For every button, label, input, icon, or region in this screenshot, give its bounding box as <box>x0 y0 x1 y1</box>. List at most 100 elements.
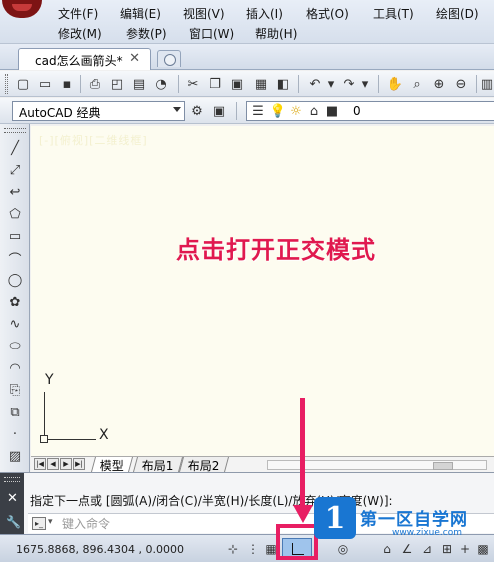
transparency-icon[interactable]: ▩ <box>474 539 492 558</box>
bulb-icon: 💡 <box>269 103 287 119</box>
polar-tracking-icon[interactable]: ◎ <box>334 539 352 558</box>
last-tab-icon[interactable]: ▶| <box>73 458 85 470</box>
document-tab[interactable]: cad怎么画箭头* ✕ <box>18 48 151 70</box>
menu-file[interactable]: 文件(F) <box>58 5 98 22</box>
document-tab-label: cad怎么画箭头* <box>35 54 123 68</box>
undo-dropdown-icon[interactable]: ▾ <box>322 75 340 93</box>
ortho-highlight-box <box>276 524 318 560</box>
watermark-url: www.zixue.com <box>392 528 462 538</box>
menu-parametric[interactable]: 参数(P) <box>126 25 167 42</box>
tab-navigation: |◀ ◀ ▶ ▶| <box>34 458 85 470</box>
chevron-down-icon[interactable]: ▾ <box>48 517 53 527</box>
menu-help[interactable]: 帮助(H) <box>255 25 297 42</box>
save-icon[interactable]: ▪ <box>58 75 76 93</box>
first-tab-icon[interactable]: |◀ <box>34 458 46 470</box>
drawing-canvas[interactable]: [-][俯视][二维线框] Y X <box>31 126 494 456</box>
tab-model[interactable]: 模型 <box>90 457 134 473</box>
properties-icon[interactable]: ▥ <box>478 75 494 93</box>
menu-modify[interactable]: 修改(M) <box>58 25 102 42</box>
pan-icon[interactable]: ✋ <box>386 75 404 93</box>
make-block-icon[interactable]: ⧉ <box>5 402 25 422</box>
close-icon[interactable]: ✕ <box>7 491 18 506</box>
menu-tools[interactable]: 工具(T) <box>373 5 414 22</box>
matchprop-icon[interactable]: ▦ <box>252 75 270 93</box>
print-icon[interactable]: ⎙ <box>86 75 104 93</box>
application-menu-button[interactable] <box>2 0 42 18</box>
next-tab-icon[interactable]: ▶ <box>60 458 72 470</box>
plot-icon[interactable]: ▤ <box>130 75 148 93</box>
close-icon[interactable]: ✕ <box>129 51 140 66</box>
ucs-icon <box>44 439 96 440</box>
command-input[interactable] <box>62 515 262 532</box>
menu-bar: 文件(F) 编辑(E) 视图(V) 插入(I) 格式(O) 工具(T) 绘图(D… <box>0 0 494 44</box>
revcloud-icon[interactable]: ✿ <box>5 292 25 312</box>
watermark-logo: 1 <box>314 497 356 539</box>
wrench-icon[interactable]: 🔧 <box>6 515 21 529</box>
menu-view[interactable]: 视图(V) <box>183 5 225 22</box>
polyline-icon[interactable]: ↩ <box>5 182 25 202</box>
layer-dropdown[interactable]: ☰ 💡 ☼ ⌂ ■ 0 <box>246 101 494 121</box>
new-tab-button[interactable] <box>157 50 181 67</box>
chevron-down-icon <box>173 107 181 112</box>
snap-icon[interactable]: ⋮ <box>244 539 262 558</box>
otrack-icon[interactable]: ∠ <box>398 539 416 558</box>
tab-layout2[interactable]: 布局2 <box>178 457 229 473</box>
publish-icon[interactable]: ◔ <box>152 75 170 93</box>
watermark-text: 第一区自学网 <box>360 510 468 530</box>
point-icon[interactable]: · <box>5 424 25 444</box>
menu-format[interactable]: 格式(O) <box>306 5 349 22</box>
ellipse-icon[interactable]: ⬭ <box>5 336 25 356</box>
blockeditor-icon[interactable]: ◧ <box>274 75 292 93</box>
drag-handle[interactable] <box>4 477 20 482</box>
menu-insert[interactable]: 插入(I) <box>246 5 283 22</box>
workspace-dropdown[interactable]: AutoCAD 经典 <box>12 101 185 121</box>
workspace-label: AutoCAD 经典 <box>19 106 101 120</box>
arc-icon[interactable]: ⌒ <box>5 248 25 268</box>
polygon-icon[interactable]: ⬠ <box>5 204 25 224</box>
spline-icon[interactable]: ∿ <box>5 314 25 334</box>
infer-constraints-icon[interactable]: ⊹ <box>224 539 242 558</box>
zoom-realtime-icon[interactable]: ⌕ <box>408 75 426 93</box>
dynamic-input-icon[interactable]: ⊞ <box>438 539 456 558</box>
open-icon[interactable]: ▭ <box>36 75 54 93</box>
workspace-save-icon[interactable]: ▣ <box>210 102 228 120</box>
layer-color-icon: ■ <box>325 103 339 119</box>
instruction-annotation: 点击打开正交模式 <box>176 236 376 264</box>
copy-icon[interactable]: ❐ <box>206 75 224 93</box>
prev-tab-icon[interactable]: ◀ <box>47 458 59 470</box>
workspace-settings-icon[interactable]: ⚙ <box>188 102 206 120</box>
workspace-toolbar: AutoCAD 经典 ⚙ ▣ ☰ 💡 ☼ ⌂ ■ 0 <box>0 98 494 124</box>
lineweight-icon[interactable]: + <box>456 539 474 558</box>
ellipse-arc-icon[interactable]: ◠ <box>5 358 25 378</box>
hatch-icon[interactable]: ▨ <box>5 446 25 466</box>
circle-icon[interactable]: ◯ <box>5 270 25 290</box>
layer-properties-icon[interactable]: ☰ <box>249 102 267 120</box>
menu-draw[interactable]: 绘图(D) <box>436 5 479 22</box>
lock-icon: ⌂ <box>309 103 319 119</box>
coordinates-readout[interactable]: 1675.8868, 896.4304 , 0.0000 <box>16 543 184 556</box>
paste-icon[interactable]: ▣ <box>228 75 246 93</box>
line-icon[interactable]: ╱ <box>5 138 25 158</box>
annotation-arrow <box>300 398 305 513</box>
rectangle-icon[interactable]: ▭ <box>5 226 25 246</box>
ucs-y-label: Y <box>45 372 54 388</box>
redo-dropdown-icon[interactable]: ▾ <box>356 75 374 93</box>
new-icon[interactable]: ▢ <box>14 75 32 93</box>
toolbar-grip[interactable] <box>5 74 8 94</box>
viewport-controls[interactable]: [-][俯视][二维线框] <box>39 132 148 148</box>
construction-line-icon[interactable]: ⤢ <box>5 160 25 180</box>
cut-icon[interactable]: ✂ <box>184 75 202 93</box>
tab-layout1[interactable]: 布局1 <box>132 457 183 473</box>
ducs-icon[interactable]: ⊿ <box>418 539 436 558</box>
preview-icon[interactable]: ◰ <box>108 75 126 93</box>
standard-toolbar: ▢ ▭ ▪ ⎙ ◰ ▤ ◔ ✂ ❐ ▣ ▦ ◧ ↶ ▾ ↷ ▾ ✋ ⌕ ⊕ ⊖ … <box>0 71 494 97</box>
toolbar-grip[interactable] <box>4 128 26 133</box>
insert-block-icon[interactable]: ⎘ <box>5 380 25 400</box>
menu-window[interactable]: 窗口(W) <box>189 25 234 42</box>
osnap-icon[interactable]: ⌂ <box>378 539 396 558</box>
zoom-window-icon[interactable]: ⊕ <box>430 75 448 93</box>
zoom-previous-icon[interactable]: ⊖ <box>452 75 470 93</box>
menu-edit[interactable]: 编辑(E) <box>120 5 161 22</box>
command-prompt-icon[interactable]: ▸_ <box>32 517 46 530</box>
layout-tab-bar: |◀ ◀ ▶ ▶| 模型 布局1 布局2 <box>31 456 494 473</box>
